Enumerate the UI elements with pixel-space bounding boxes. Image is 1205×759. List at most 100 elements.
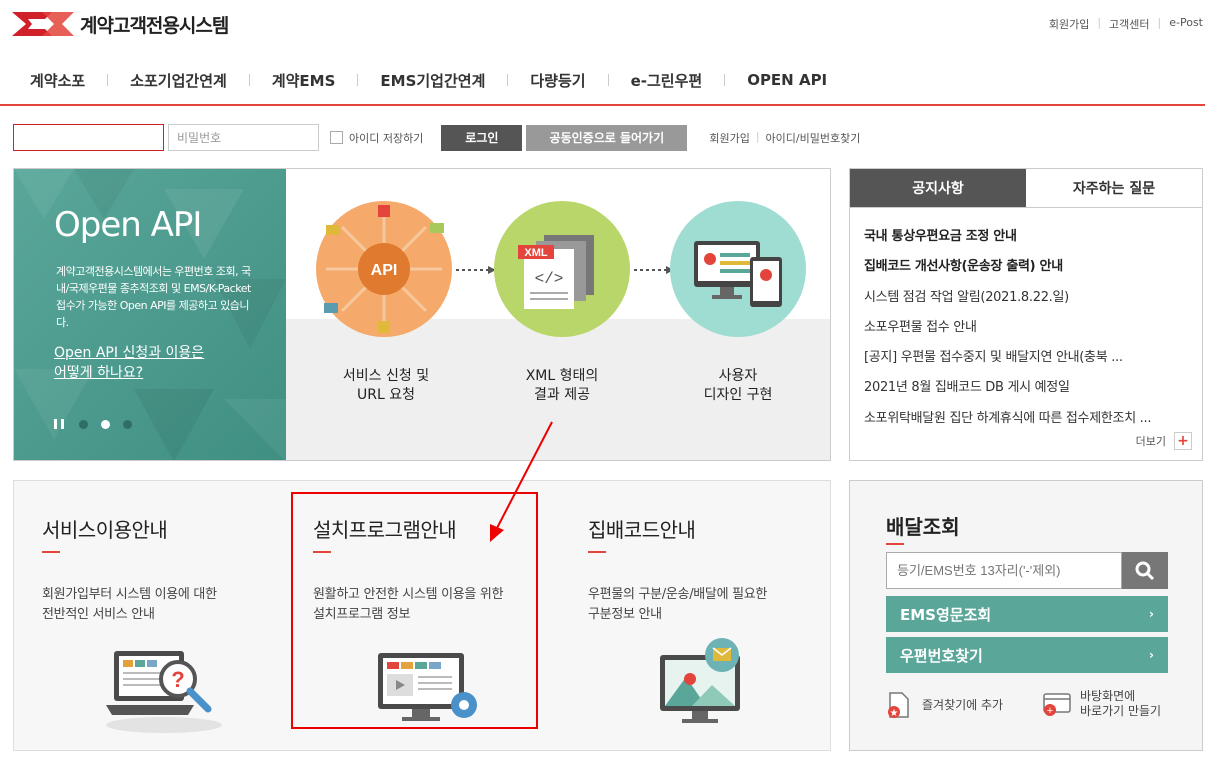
guide-title: 집배코드안내 xyxy=(588,518,696,542)
open-api-banner: Open API 계약고객전용시스템에서는 우편번호 조회, 국내/국제우편물 … xyxy=(13,168,831,461)
notice-item[interactable]: [공지] 우편물 접수중지 및 배달지연 안내(충북 ... xyxy=(864,346,1184,376)
tab-faq[interactable]: 자주하는 질문 xyxy=(1026,169,1202,208)
desktop-shortcut[interactable]: + 바탕화면에 바로가기 만들기 xyxy=(1042,689,1161,719)
banner-help-link[interactable]: Open API 신청과 이용은 어떻게 하나요? xyxy=(54,343,214,383)
header: 계약고객전용시스템 회원가입 | 고객센터 | e-Post xyxy=(0,0,1205,50)
banner-intro-panel: Open API 계약고객전용시스템에서는 우편번호 조회, 국내/국제우편물 … xyxy=(14,169,286,460)
main-navigation: 계약소포 소포기업간연계 계약EMS EMS기업간연계 다량등기 e-그린우편 … xyxy=(0,56,1205,106)
more-label: 더보기 xyxy=(1135,435,1166,448)
step-label-design: 사용자 디자인 구현 xyxy=(658,367,818,405)
step-label-line: 디자인 구현 xyxy=(703,387,773,403)
bookmark-add-icon: ★ xyxy=(888,692,909,719)
guide-title: 서비스이용안내 xyxy=(42,518,168,542)
desc-line: 구분정보 안내 xyxy=(588,607,662,622)
banner-title: Open API xyxy=(54,205,202,245)
nav-item-ems-b2b[interactable]: EMS기업간연계 xyxy=(380,70,485,91)
desc-line: 전반적인 서비스 안내 xyxy=(42,607,155,622)
util-link-customer-center[interactable]: 고객센터 xyxy=(1109,16,1149,32)
nav-item-bulk-registered[interactable]: 다량등기 xyxy=(530,70,585,91)
tracking-title: 배달조회 xyxy=(886,515,960,539)
guide-delivery-code[interactable]: 집배코드안내 우편물의 구분/운송/배달에 필요한 구분정보 안내 xyxy=(560,481,832,752)
step-label-line: XML 형태의 xyxy=(525,368,599,384)
find-id-password-link[interactable]: 아이디/비밀번호찾기 xyxy=(766,130,861,146)
util-link-epost[interactable]: e-Post xyxy=(1169,16,1203,32)
guide-service-usage[interactable]: 서비스이용안내 회원가입부터 시스템 이용에 대한 전반적인 서비스 안내 ? xyxy=(14,481,286,752)
util-link-join[interactable]: 회원가입 xyxy=(1049,16,1089,32)
nav-item-e-green-mail[interactable]: e-그린우편 xyxy=(631,70,703,91)
add-favorite-shortcut[interactable]: ★ 즐겨찾기에 추가 xyxy=(886,691,1003,719)
slide-dot-3[interactable] xyxy=(123,419,132,429)
nav-divider xyxy=(107,74,109,86)
login-links: 회원가입 | 아이디/비밀번호찾기 xyxy=(709,130,860,146)
certificate-login-button[interactable]: 공동인증으로 들어가기 xyxy=(526,124,688,151)
user-id-input[interactable] xyxy=(13,124,164,151)
guide-description: 회원가입부터 시스템 이용에 대한 전반적인 서비스 안내 xyxy=(42,585,282,625)
desc-line: 우편물의 구분/운송/배달에 필요한 xyxy=(588,587,768,602)
nav-item-parcel-b2b[interactable]: 소포기업간연계 xyxy=(130,70,227,91)
slide-controls xyxy=(54,419,145,429)
site-logo[interactable]: 계약고객전용시스템 xyxy=(12,10,229,38)
button-label: EMS영문조회 xyxy=(900,605,992,624)
xml-icon-text: XML xyxy=(524,247,548,259)
shortcut-line: 바로가기 만들기 xyxy=(1080,704,1162,718)
more-link[interactable]: 더보기 + xyxy=(1136,432,1192,450)
guide-description: 우편물의 구분/운송/배달에 필요한 구분정보 안내 xyxy=(588,585,828,625)
tracking-number-input[interactable] xyxy=(886,552,1122,589)
xml-step-icon: XML </> xyxy=(494,201,630,337)
login-button[interactable]: 로그인 xyxy=(441,124,523,151)
nav-item-open-api[interactable]: OPEN API xyxy=(747,71,827,89)
tracking-search-button[interactable] xyxy=(1122,552,1168,589)
title-underline xyxy=(42,551,60,553)
api-step-icon: API xyxy=(316,201,452,337)
shortcut-label: 즐겨찾기에 추가 xyxy=(922,697,1004,712)
util-divider: | xyxy=(1157,16,1162,29)
chevron-right-icon: › xyxy=(1149,648,1154,662)
link-divider: | xyxy=(755,129,760,143)
map-mail-icon xyxy=(660,638,740,723)
notice-item[interactable]: 국내 통상우편요금 조정 안내 xyxy=(864,225,1184,255)
delivery-tracking-panel: 배달조회 EMS영문조회 › 우편번호찾기 › ★ 즐겨찾기에 추가 + 바탕화… xyxy=(849,480,1203,751)
svg-text:+: + xyxy=(1047,705,1053,717)
notice-item[interactable]: 집배코드 개선사항(운송장 출력) 안내 xyxy=(864,255,1184,285)
postal-code-search-button[interactable]: 우편번호찾기 › xyxy=(886,637,1168,673)
step-label-service: 서비스 신청 및 URL 요청 xyxy=(306,367,466,405)
svg-text:★: ★ xyxy=(890,708,899,719)
notice-list: 국내 통상우편요금 조정 안내 집배코드 개선사항(운송장 출력) 안내 시스템… xyxy=(864,225,1184,437)
button-label: 우편번호찾기 xyxy=(900,646,983,665)
step-label-xml: XML 형태의 결과 제공 xyxy=(482,367,642,405)
utility-links: 회원가입 | 고객센터 | e-Post xyxy=(1049,16,1203,32)
site-title: 계약고객전용시스템 xyxy=(80,14,229,37)
checkbox-box[interactable] xyxy=(330,131,343,144)
pause-icon[interactable] xyxy=(54,419,64,429)
plus-icon[interactable]: + xyxy=(1174,432,1192,450)
notice-item[interactable]: 2021년 8월 집배코드 DB 게시 예정일 xyxy=(864,376,1184,406)
svg-text:</>: </> xyxy=(535,270,564,288)
notice-item[interactable]: 시스템 점검 작업 알림(2021.8.22.일) xyxy=(864,286,1184,316)
nav-item-contract-parcel[interactable]: 계약소포 xyxy=(30,70,85,91)
shortcut-label: 바탕화면에 바로가기 만들기 xyxy=(1080,689,1161,719)
design-step-icon xyxy=(670,201,806,337)
password-input[interactable] xyxy=(168,124,319,151)
nav-divider xyxy=(248,74,250,86)
notice-item[interactable]: 소포우편물 접수 안내 xyxy=(864,316,1184,346)
login-bar: 아이디 저장하기 로그인 공동인증으로 들어가기 회원가입 | 아이디/비밀번호… xyxy=(13,124,860,151)
search-icon xyxy=(1135,561,1155,580)
annotation-arrow-icon xyxy=(490,421,553,542)
svg-text:?: ? xyxy=(171,667,184,692)
save-id-checkbox[interactable]: 아이디 저장하기 xyxy=(330,130,423,146)
slide-dot-1[interactable] xyxy=(79,419,88,429)
nav-item-contract-ems[interactable]: 계약EMS xyxy=(272,70,336,91)
ems-english-lookup-button[interactable]: EMS영문조회 › xyxy=(886,596,1168,632)
save-id-label: 아이디 저장하기 xyxy=(349,131,424,145)
tab-notices[interactable]: 공지사항 xyxy=(850,169,1026,208)
shortcut-line: 바탕화면에 xyxy=(1080,689,1136,703)
join-link[interactable]: 회원가입 xyxy=(709,130,749,146)
desc-line: 회원가입부터 시스템 이용에 대한 xyxy=(42,587,217,602)
desktop-add-icon: + xyxy=(1043,693,1071,717)
slide-dot-2-active[interactable] xyxy=(101,419,110,429)
title-underline xyxy=(588,551,606,553)
logo-icon xyxy=(12,12,74,36)
util-divider: | xyxy=(1097,16,1102,29)
notice-board: 공지사항 자주하는 질문 국내 통상우편요금 조정 안내 집배코드 개선사항(운… xyxy=(849,168,1203,461)
step-label-line: 서비스 신청 및 xyxy=(342,368,430,384)
